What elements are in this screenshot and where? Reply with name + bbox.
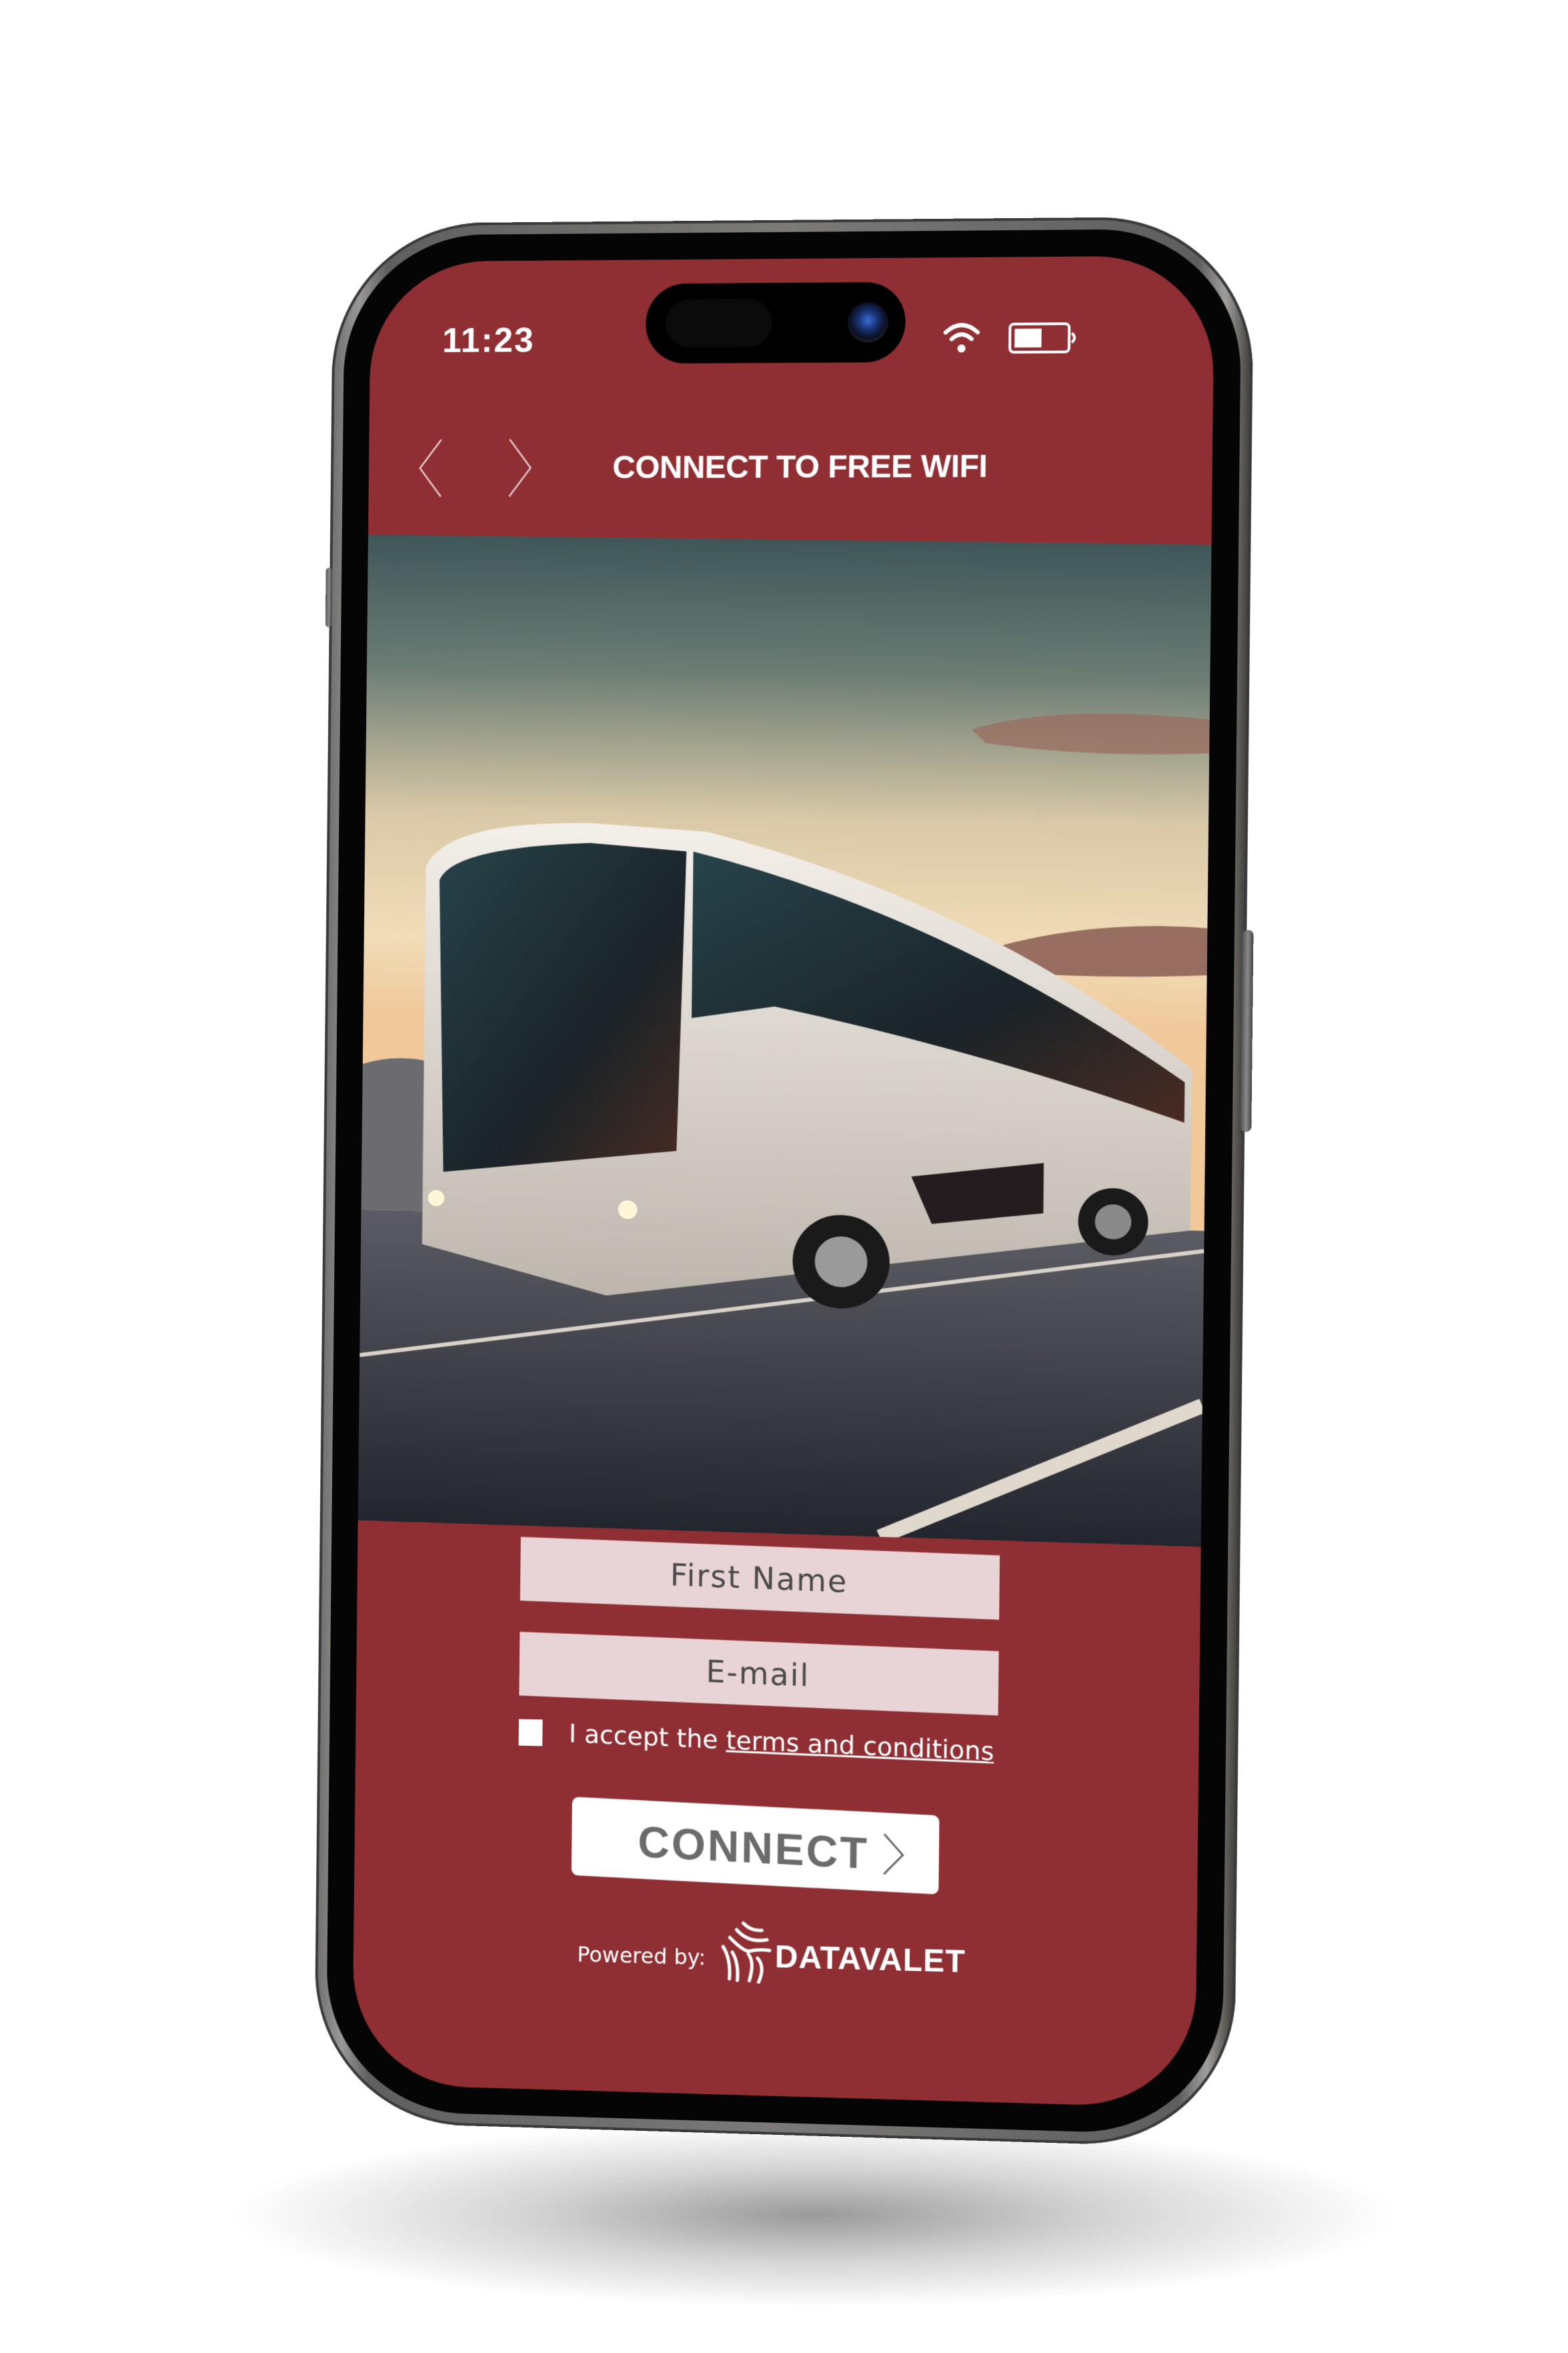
- terms-prefix: I accept the: [568, 1719, 726, 1755]
- terms-link[interactable]: terms and conditions: [726, 1725, 994, 1766]
- chevron-right-icon: [509, 439, 531, 496]
- chevron-right-icon: [881, 1833, 906, 1877]
- connect-button[interactable]: CONNECT: [571, 1797, 940, 1895]
- email-input[interactable]: [519, 1631, 999, 1716]
- dynamic-island: [645, 282, 906, 364]
- wifi-icon: [941, 318, 982, 353]
- hero-image: [357, 534, 1212, 1547]
- terms-label: I accept the terms and conditions: [569, 1719, 994, 1766]
- terms-row: I accept the terms and conditions: [518, 1718, 1024, 1769]
- terms-checkbox[interactable]: [518, 1719, 543, 1747]
- phone-bezel: 11:23 CONNECT TO FREE WIFI First Name E-…: [325, 228, 1243, 2136]
- volume-button: [325, 567, 333, 628]
- header-bar: CONNECT TO FREE WIFI: [368, 400, 1213, 524]
- front-camera-icon: [848, 302, 888, 343]
- forward-button[interactable]: [500, 438, 540, 498]
- first-name-input[interactable]: [520, 1536, 1000, 1620]
- datavalet-logo-icon: [716, 1919, 773, 1984]
- phone-screen: 11:23 CONNECT TO FREE WIFI First Name E-…: [351, 255, 1215, 2108]
- chevron-left-icon: [420, 440, 441, 497]
- status-time: 11:23: [442, 321, 535, 360]
- phone-frame: 11:23 CONNECT TO FREE WIFI First Name E-…: [313, 216, 1255, 2149]
- side-button: [1241, 929, 1254, 1132]
- phone-shadow: [227, 2122, 1401, 2308]
- bus-photo: [357, 534, 1212, 1547]
- powered-by-label: Powered by:: [577, 1941, 706, 1971]
- face-sensor: [665, 299, 772, 348]
- connect-button-label: CONNECT: [638, 1817, 870, 1879]
- brand-name: DATAVALET: [774, 1939, 966, 1980]
- bus-windshield: [436, 840, 687, 1178]
- powered-by: Powered by: DATAVALET: [577, 1915, 977, 1998]
- back-button[interactable]: [414, 438, 454, 498]
- battery-icon: [1008, 322, 1078, 354]
- page-title: CONNECT TO FREE WIFI: [612, 448, 988, 486]
